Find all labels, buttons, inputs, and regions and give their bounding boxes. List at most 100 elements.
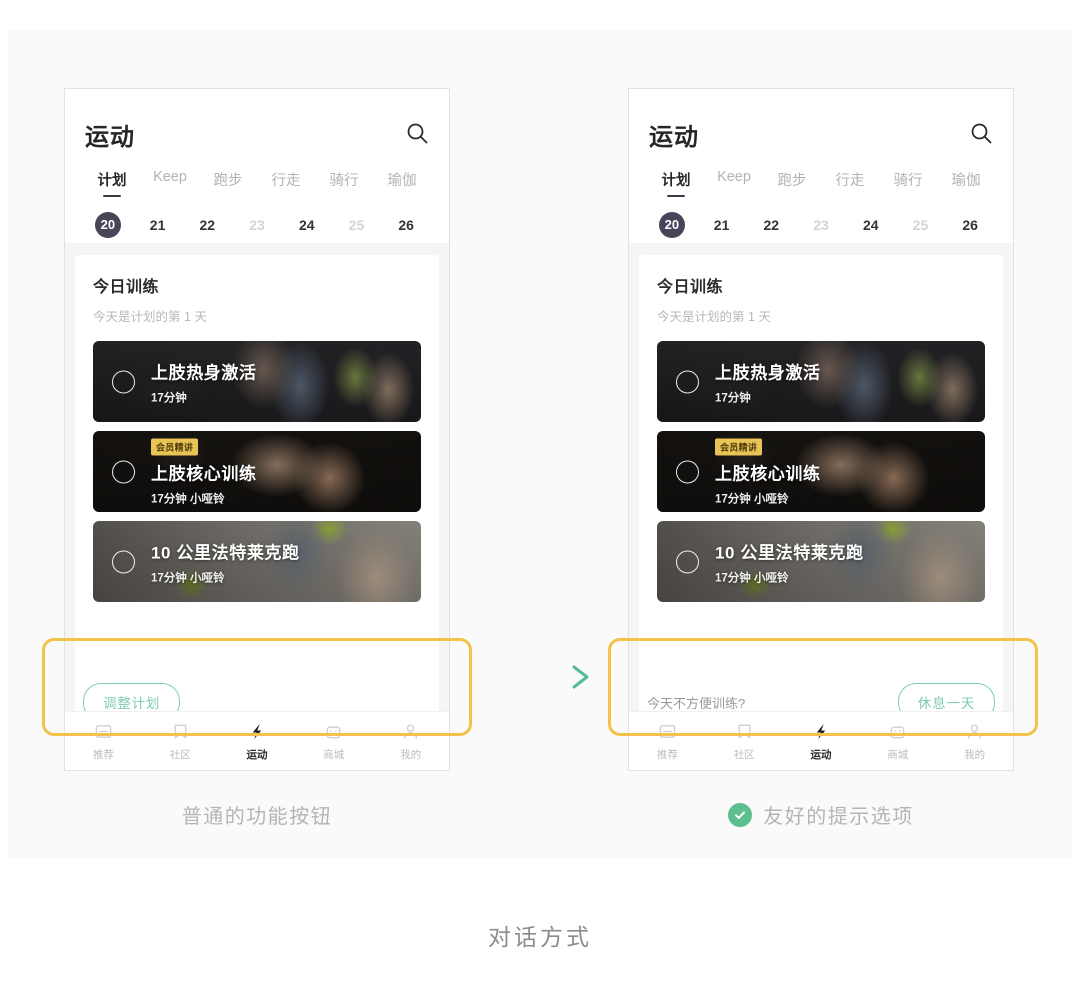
card-subtitle: 今天是计划的第 1 天 — [93, 310, 207, 324]
tabbar-item-store[interactable]: 商城 — [295, 720, 372, 762]
phone-mockup-right: 运动 计划 Keep 跑步 行走 骑行 瑜伽 20 21 22 23 24 25… — [628, 88, 1014, 771]
workout-tile[interactable]: 上肢热身激活 17分钟 — [93, 341, 421, 422]
bookmark-icon — [706, 720, 783, 742]
date-cell-selected[interactable]: 20 — [83, 212, 133, 238]
circle-unchecked-icon[interactable] — [676, 550, 699, 573]
member-badge: 会员精讲 — [715, 438, 763, 455]
tab-plan[interactable]: 计划 — [83, 167, 141, 197]
today-training-card: 今日训练 今天是计划的第 1 天 上肢热身激活 17分钟 会员精讲 上肢核心训练… — [75, 255, 439, 733]
tab-yoga[interactable]: 瑜伽 — [937, 167, 995, 190]
app-header-right: 运动 — [629, 89, 1013, 167]
member-badge: 会员精讲 — [151, 438, 199, 455]
workout-tile[interactable]: 10 公里法特莱克跑 17分钟 小哑铃 — [657, 521, 985, 602]
workout-name: 上肢核心训练 — [715, 464, 821, 483]
tabbar-item-community[interactable]: 社区 — [142, 720, 219, 762]
date-cell[interactable]: 24 — [282, 217, 332, 233]
tabbar-label: 推荐 — [92, 749, 114, 761]
date-cell[interactable]: 24 — [846, 217, 896, 233]
workout-tile[interactable]: 10 公里法特莱克跑 17分钟 小哑铃 — [93, 521, 421, 602]
caption-right: 友好的提示选项 — [628, 800, 1014, 829]
workout-list: 上肢热身激活 17分钟 会员精讲 上肢核心训练 17分钟 小哑铃 10 公里法特… — [93, 341, 421, 602]
photo-overlay — [93, 431, 421, 512]
card-subtitle: 今天是计划的第 1 天 — [657, 310, 771, 324]
workout-text: 上肢热身激活 17分钟 — [151, 358, 257, 405]
page-title: 运动 — [85, 124, 135, 151]
category-tabs-right: 计划 Keep 跑步 行走 骑行 瑜伽 — [629, 167, 1013, 207]
circle-unchecked-icon[interactable] — [676, 370, 699, 393]
tab-cycling[interactable]: 骑行 — [315, 167, 373, 190]
date-cell[interactable]: 21 — [697, 217, 747, 233]
tab-cycling[interactable]: 骑行 — [879, 167, 937, 190]
card-icon — [629, 720, 706, 742]
workout-meta: 17分钟 小哑铃 — [151, 493, 225, 505]
figure-canvas: 运动 计划 Keep 跑步 行走 骑行 瑜伽 20 21 22 23 24 25… — [0, 0, 1080, 998]
card-title: 今日训练 — [657, 279, 724, 296]
workout-name: 上肢热身激活 — [715, 363, 821, 382]
card-title: 今日训练 — [93, 279, 160, 296]
workout-text: 10 公里法特莱克跑 17分钟 小哑铃 — [151, 538, 300, 585]
tab-running[interactable]: 跑步 — [763, 167, 821, 190]
workout-text: 会员精讲 上肢核心训练 17分钟 小哑铃 — [151, 437, 257, 506]
tabbar-label: 运动 — [246, 749, 268, 761]
phone-mockup-left: 运动 计划 Keep 跑步 行走 骑行 瑜伽 20 21 22 23 24 25… — [64, 88, 450, 771]
date-cell[interactable]: 26 — [381, 217, 431, 233]
date-cell[interactable]: 25 — [896, 217, 946, 233]
lightning-icon — [219, 720, 296, 742]
card-icon — [65, 720, 142, 742]
tab-running[interactable]: 跑步 — [199, 167, 257, 190]
photo-overlay — [93, 341, 421, 422]
workout-tile[interactable]: 上肢热身激活 17分钟 — [657, 341, 985, 422]
workout-tile[interactable]: 会员精讲 上肢核心训练 17分钟 小哑铃 — [657, 431, 985, 512]
check-circle-icon — [728, 802, 753, 827]
tabbar-item-recommend[interactable]: 推荐 — [629, 720, 706, 762]
tabbar-label: 我的 — [964, 749, 986, 761]
circle-unchecked-icon[interactable] — [112, 460, 135, 483]
tabbar-item-mine[interactable]: 我的 — [936, 720, 1013, 762]
caption-left-label: 普通的功能按钮 — [181, 806, 333, 828]
app-content-left: 今日训练 今天是计划的第 1 天 上肢热身激活 17分钟 会员精讲 上肢核心训练… — [65, 243, 449, 733]
date-cell[interactable]: 22 — [746, 217, 796, 233]
workout-meta: 17分钟 小哑铃 — [151, 572, 225, 584]
workout-tile[interactable]: 会员精讲 上肢核心训练 17分钟 小哑铃 — [93, 431, 421, 512]
tabbar-item-community[interactable]: 社区 — [706, 720, 783, 762]
tabbar-item-store[interactable]: 商城 — [859, 720, 936, 762]
workout-name: 10 公里法特莱克跑 — [151, 543, 300, 562]
tab-yoga[interactable]: 瑜伽 — [373, 167, 431, 190]
tab-plan[interactable]: 计划 — [647, 167, 705, 197]
bag-icon — [295, 720, 372, 742]
workout-text: 上肢热身激活 17分钟 — [715, 358, 821, 405]
date-strip-right: 20 21 22 23 24 25 26 — [629, 207, 1013, 243]
tabbar-item-recommend[interactable]: 推荐 — [65, 720, 142, 762]
caption-left: 普通的功能按钮 — [64, 800, 450, 829]
tabbar-item-mine[interactable]: 我的 — [372, 720, 449, 762]
bottom-tabbar-left: 推荐 社区 运动 商城 我的 — [65, 711, 449, 770]
date-cell[interactable]: 26 — [945, 217, 995, 233]
workout-meta: 17分钟 小哑铃 — [715, 493, 789, 505]
tab-keep[interactable]: Keep — [705, 167, 763, 185]
rest-hint-text: 今天不方便训练? — [647, 695, 746, 711]
search-icon[interactable] — [969, 121, 993, 145]
tab-walking[interactable]: 行走 — [257, 167, 315, 190]
photo-overlay — [657, 341, 985, 422]
tabbar-item-sport[interactable]: 运动 — [219, 720, 296, 762]
date-cell[interactable]: 23 — [796, 217, 846, 233]
search-icon[interactable] — [405, 121, 429, 145]
circle-unchecked-icon[interactable] — [112, 370, 135, 393]
workout-meta: 17分钟 — [151, 392, 187, 404]
circle-unchecked-icon[interactable] — [112, 550, 135, 573]
tabbar-label: 运动 — [810, 749, 832, 761]
date-cell-selected[interactable]: 20 — [647, 212, 697, 238]
circle-unchecked-icon[interactable] — [676, 460, 699, 483]
workout-meta: 17分钟 小哑铃 — [715, 572, 789, 584]
tabbar-item-sport[interactable]: 运动 — [783, 720, 860, 762]
today-training-card: 今日训练 今天是计划的第 1 天 上肢热身激活 17分钟 会员精讲 上肢核心训练… — [639, 255, 1003, 733]
tab-walking[interactable]: 行走 — [821, 167, 879, 190]
tab-keep[interactable]: Keep — [141, 167, 199, 185]
date-cell[interactable]: 21 — [133, 217, 183, 233]
tabbar-label: 社区 — [169, 749, 191, 761]
date-cell[interactable]: 23 — [232, 217, 282, 233]
date-cell[interactable]: 25 — [332, 217, 382, 233]
workout-name: 上肢热身激活 — [151, 363, 257, 382]
date-cell[interactable]: 22 — [182, 217, 232, 233]
app-header-left: 运动 — [65, 89, 449, 167]
